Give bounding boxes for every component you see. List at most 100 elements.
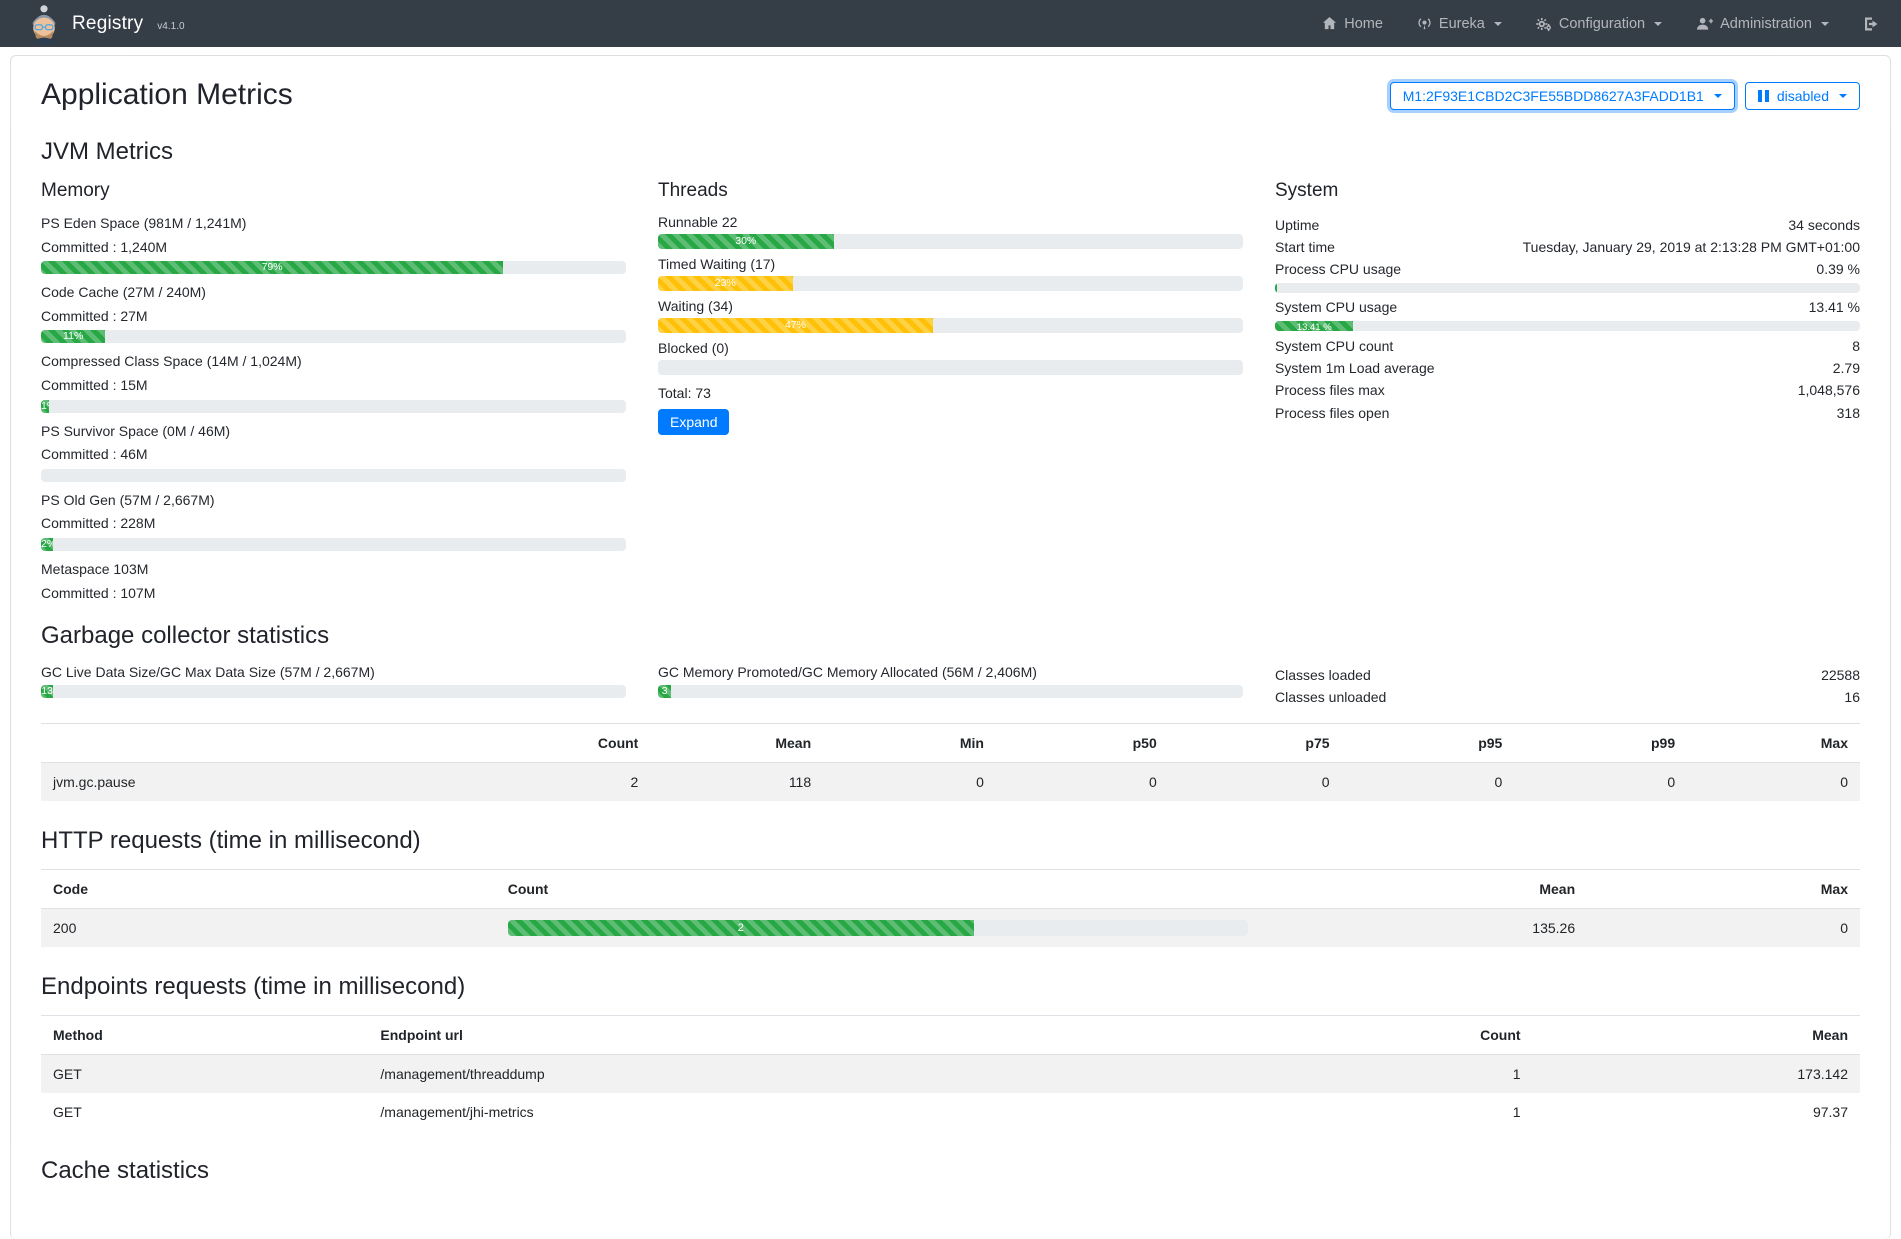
system-row-label: Process files max: [1275, 381, 1385, 400]
http-col-count: Count: [496, 869, 1260, 908]
thread-state: Waiting (34) 47%: [658, 298, 1243, 333]
memory-pool: PS Eden Space (981M / 1,241M) Committed …: [41, 214, 626, 274]
sign-out-button[interactable]: [1863, 16, 1879, 32]
caret-down-icon: [1714, 94, 1722, 98]
caret-down-icon: [1494, 22, 1502, 26]
caret-down-icon: [1839, 94, 1847, 98]
memory-pool-title: Compressed Class Space (14M / 1,024M): [41, 352, 626, 372]
thread-state-label: Waiting (34): [658, 298, 1243, 314]
memory-pool: Compressed Class Space (14M / 1,024M) Co…: [41, 352, 626, 412]
system-row: Uptime 34 seconds: [1275, 214, 1860, 236]
memory-pool-title: PS Survivor Space (0M / 46M): [41, 422, 626, 442]
gc-promoted-title: GC Memory Promoted/GC Memory Allocated (…: [658, 664, 1243, 680]
gc-col-name: [41, 723, 478, 762]
gc-live-data: GC Live Data Size/GC Max Data Size (57M …: [41, 664, 626, 709]
memory-pool: PS Survivor Space (0M / 46M) Committed :…: [41, 422, 626, 482]
table-row: GET /management/threaddump 1 173.142: [41, 1054, 1860, 1093]
memory-pool-committed: Committed : 15M: [41, 376, 626, 396]
progress-bar: 79%: [41, 261, 626, 274]
system-row: Process files max 1,048,576: [1275, 380, 1860, 402]
progress-bar: 2%: [41, 538, 626, 551]
classes-row-value: 16: [1844, 688, 1860, 707]
memory-pool: Metaspace 103M Committed : 107M: [41, 560, 626, 603]
progress-bar: 13.41 %: [1275, 321, 1860, 331]
brand-name: Registry: [72, 13, 143, 35]
system-row-label: Start time: [1275, 238, 1335, 257]
endpoints-requests-heading: Endpoints requests (time in millisecond): [41, 973, 1860, 1001]
table-header-row: Method Endpoint url Count Mean: [41, 1015, 1860, 1054]
gc-classes: Classes loaded 22588 Classes unloaded 16: [1275, 664, 1860, 709]
thread-state: Runnable 22 30%: [658, 214, 1243, 249]
system-row-label: System CPU usage: [1275, 298, 1397, 317]
progress-bar: [658, 360, 1243, 375]
nav-item-label: Eureka: [1439, 16, 1485, 32]
progress-bar: 11%: [41, 330, 626, 343]
gears-icon: [1536, 16, 1552, 32]
progress-bar: 0%: [41, 469, 626, 482]
thread-state-label: Runnable 22: [658, 214, 1243, 230]
memory-pool-title: Metaspace 103M: [41, 560, 626, 580]
table-row: GET /management/jhi-metrics 1 97.37: [41, 1093, 1860, 1131]
http-col-code: Code: [41, 869, 496, 908]
progress-bar: 3: [658, 685, 1243, 698]
gc-col-max: Max: [1687, 723, 1860, 762]
memory-pool: PS Old Gen (57M / 2,667M) Committed : 22…: [41, 491, 626, 551]
jvm-metrics-heading: JVM Metrics: [41, 138, 1860, 166]
system-row: System CPU usage 13.41 %: [1275, 297, 1860, 319]
table-row: jvm.gc.pause 2 118 0 0 0 0 0 0: [41, 762, 1860, 801]
http-requests-heading: HTTP requests (time in millisecond): [41, 827, 1860, 855]
gc-heading: Garbage collector statistics: [41, 622, 1860, 650]
thread-state-label: Timed Waiting (17): [658, 256, 1243, 272]
system-row-value: Tuesday, January 29, 2019 at 2:13:28 PM …: [1523, 238, 1860, 257]
expand-button[interactable]: Expand: [658, 409, 729, 435]
top-navbar: Registry v4.1.0 Home Eureka Configuratio…: [0, 0, 1901, 47]
sign-out-icon: [1863, 16, 1879, 32]
caret-down-icon: [1821, 22, 1829, 26]
system-column: System Uptime 34 seconds Start time Tues…: [1275, 180, 1860, 612]
endpoints-col-url: Endpoint url: [368, 1015, 1205, 1054]
nav-item-label: Administration: [1720, 16, 1812, 32]
system-row: Start time Tuesday, January 29, 2019 at …: [1275, 236, 1860, 258]
brand-link[interactable]: Registry v4.1.0: [28, 0, 185, 49]
http-col-max: Max: [1587, 869, 1860, 908]
system-row-value: 8: [1852, 337, 1860, 356]
system-row-value: 0.39 %: [1816, 260, 1860, 279]
gc-col-p50: p50: [996, 723, 1169, 762]
system-row: System CPU count 8: [1275, 335, 1860, 357]
threads-heading: Threads: [658, 180, 1243, 202]
system-row: Process files open 318: [1275, 402, 1860, 424]
brand-version: v4.1.0: [157, 21, 184, 32]
memory-column: Memory PS Eden Space (981M / 1,241M) Com…: [41, 180, 626, 612]
gc-col-min: Min: [823, 723, 996, 762]
nav-item-administration[interactable]: Administration: [1696, 16, 1829, 32]
instance-selector-dropdown[interactable]: M1:2F93E1CBD2C3FE55BDD8627A3FADD1B1: [1390, 82, 1735, 110]
endpoints-requests-table: Method Endpoint url Count Mean GET /mana…: [41, 1015, 1860, 1131]
refresh-toggle-dropdown[interactable]: disabled: [1745, 82, 1860, 110]
gc-col-mean: Mean: [650, 723, 823, 762]
progress-bar: 47%: [658, 318, 1243, 333]
progress-bar: 23%: [658, 276, 1243, 291]
gc-col-p95: p95: [1342, 723, 1515, 762]
classes-row: Classes loaded 22588: [1275, 664, 1860, 686]
gc-promoted: GC Memory Promoted/GC Memory Allocated (…: [658, 664, 1243, 709]
memory-pool-committed: Committed : 107M: [41, 584, 626, 604]
gc-col-count: Count: [478, 723, 651, 762]
nav-item-configuration[interactable]: Configuration: [1536, 16, 1662, 32]
system-row-label: Uptime: [1275, 216, 1319, 235]
caret-down-icon: [1654, 22, 1662, 26]
threads-total: Total: 73: [658, 385, 1243, 401]
nav-item-home[interactable]: Home: [1322, 16, 1383, 32]
classes-row-value: 22588: [1821, 666, 1860, 685]
gc-table: Count Mean Min p50 p75 p95 p99 Max jvm.g…: [41, 723, 1860, 801]
nav-item-eureka[interactable]: Eureka: [1417, 16, 1502, 32]
system-row: Process CPU usage 0.39 %: [1275, 259, 1860, 281]
instance-selector-value: M1:2F93E1CBD2C3FE55BDD8627A3FADD1B1: [1403, 88, 1704, 104]
home-icon: [1322, 16, 1337, 31]
system-row-label: System 1m Load average: [1275, 359, 1435, 378]
system-row-value: 318: [1837, 404, 1860, 423]
nav-item-label: Configuration: [1559, 16, 1645, 32]
pause-icon: [1758, 90, 1769, 102]
user-plus-icon: [1696, 16, 1713, 31]
memory-pool-committed: Committed : 46M: [41, 445, 626, 465]
progress-bar: 1%: [41, 400, 626, 413]
